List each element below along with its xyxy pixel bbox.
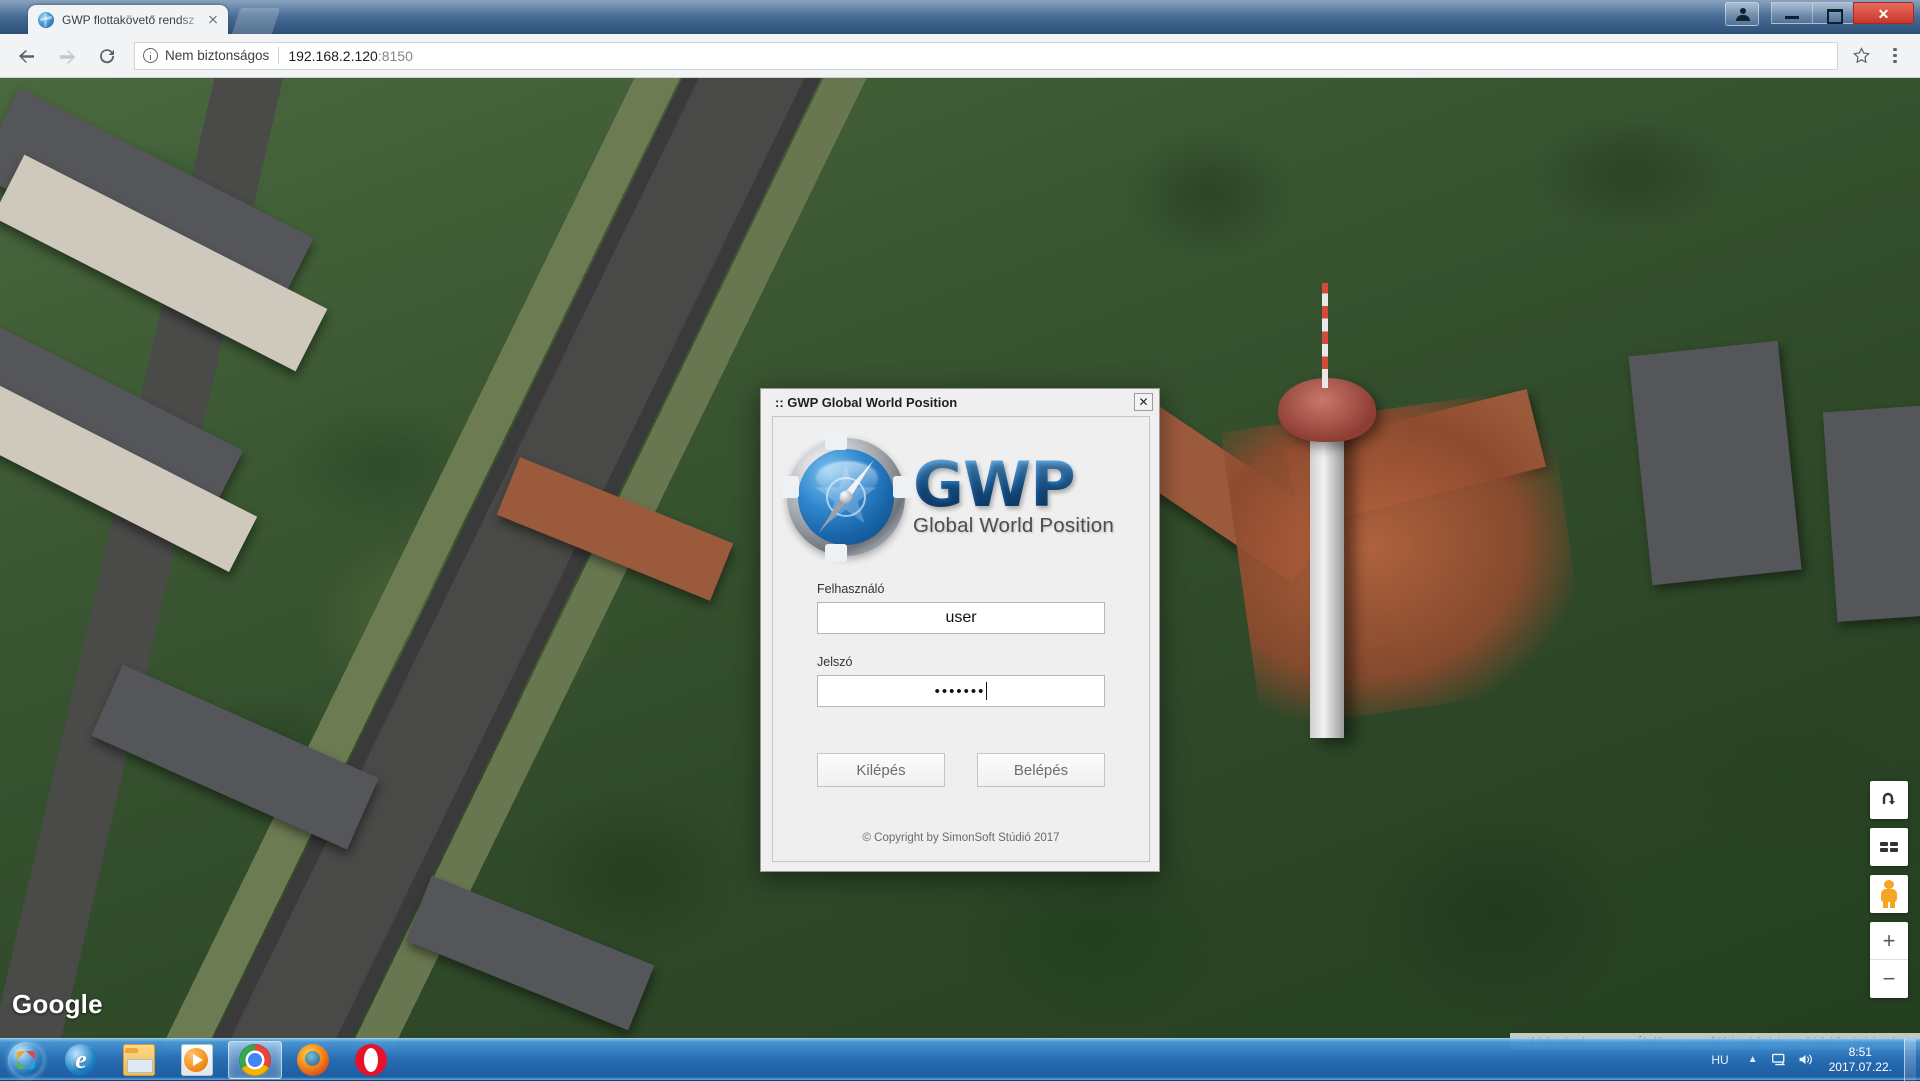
- clock[interactable]: 8:51 2017.07.22.: [1819, 1045, 1904, 1075]
- compass-notch: [893, 476, 911, 498]
- system-tray: HU ▲ 8:51 2017.07.22.: [1701, 1038, 1920, 1081]
- taskbar-item-windows-explorer[interactable]: [112, 1041, 166, 1079]
- browser-tab[interactable]: GWP flottakövető rendsz: [28, 5, 228, 34]
- compass-hub: [839, 490, 853, 504]
- profile-avatar-icon[interactable]: [1725, 2, 1759, 26]
- tv-tower-antenna: [1322, 283, 1328, 388]
- clock-date: 2017.07.22.: [1828, 1059, 1892, 1074]
- new-tab-button[interactable]: [231, 8, 281, 34]
- map-controls: + −: [1870, 781, 1908, 998]
- password-value: •••••••: [934, 682, 986, 700]
- brand-tagline: Global World Position: [913, 514, 1114, 538]
- compass-notch: [825, 432, 847, 450]
- chrome-menu-icon[interactable]: [1880, 39, 1910, 73]
- brand-logo: GWP Global World Position: [781, 432, 1137, 562]
- dialog-close-icon[interactable]: ✕: [1134, 393, 1153, 411]
- url-separator: [278, 47, 280, 64]
- brand-wordmark: GWP Global World Position: [913, 453, 1114, 538]
- google-logo: Google: [12, 989, 103, 1019]
- forward-button[interactable]: [50, 39, 84, 73]
- brand-name: GWP: [913, 453, 1114, 515]
- url-host: 192.168.2.120: [288, 47, 378, 64]
- bookmark-star-icon[interactable]: [1846, 41, 1876, 71]
- windows-logo-icon: [8, 1041, 44, 1078]
- titlebar-glass: [0, 0, 1920, 34]
- tower-building: [1220, 386, 1590, 730]
- menu-dot: [1893, 47, 1897, 51]
- start-button[interactable]: [2, 1041, 50, 1079]
- browser-window: GWP flottakövető rendsz ✕ Nem biztonságo…: [0, 0, 1920, 1081]
- building-roof: [1628, 340, 1802, 586]
- close-window-button[interactable]: ✕: [1853, 2, 1914, 24]
- zoom-controls: + −: [1870, 922, 1908, 998]
- internet-explorer-icon: [65, 1043, 97, 1076]
- minimize-button[interactable]: [1771, 2, 1812, 24]
- pegman-figure: [1879, 880, 1899, 908]
- window-controls: ✕: [1725, 2, 1914, 26]
- dialog-body: GWP Global World Position Felhasználó us…: [772, 416, 1150, 862]
- taskbar-item-windows-media-player[interactable]: [170, 1041, 224, 1079]
- username-input[interactable]: user: [817, 602, 1105, 634]
- reload-button[interactable]: [90, 39, 124, 73]
- network-icon[interactable]: [1767, 1047, 1793, 1073]
- copyright-text: © Copyright by SimonSoft Stúdió 2017: [862, 832, 1060, 844]
- pegman-leg: [1890, 901, 1895, 908]
- dialog-title: :: GWP Global World Position: [761, 389, 1159, 415]
- menu-dot: [1893, 53, 1897, 58]
- text-caret: [986, 682, 988, 700]
- password-label: Jelszó: [817, 655, 853, 669]
- volume-icon[interactable]: [1793, 1047, 1819, 1073]
- building-roof: [1822, 404, 1920, 622]
- firefox-icon: [297, 1043, 329, 1076]
- browser-toolbar: Nem biztonságos 192.168.2.120 :8150: [0, 34, 1920, 78]
- address-bar[interactable]: Nem biztonságos 192.168.2.120 :8150: [134, 41, 1838, 70]
- zoom-in-button[interactable]: +: [1870, 922, 1908, 960]
- compass-notch: [781, 476, 799, 498]
- language-indicator[interactable]: HU: [1701, 1053, 1738, 1067]
- tray-overflow-icon[interactable]: ▲: [1739, 1054, 1767, 1065]
- chrome-icon: [239, 1043, 271, 1076]
- show-desktop-button[interactable]: [1904, 1038, 1916, 1081]
- taskbar-item-opera[interactable]: [344, 1041, 398, 1079]
- zoom-out-button[interactable]: −: [1870, 960, 1908, 998]
- password-input[interactable]: •••••••: [817, 675, 1105, 707]
- map-tilt-icon[interactable]: [1870, 828, 1908, 866]
- info-icon[interactable]: [143, 48, 158, 63]
- folder-icon: [123, 1043, 155, 1076]
- opera-icon: [355, 1043, 387, 1076]
- close-icon: ✕: [1877, 6, 1890, 22]
- clock-time: 8:51: [1848, 1044, 1872, 1059]
- globe-icon: [38, 11, 54, 28]
- login-button[interactable]: Belépés: [977, 753, 1105, 787]
- windows-taskbar: HU ▲ 8:51 2017.07.22.: [0, 1038, 1920, 1081]
- username-value: user: [945, 609, 977, 626]
- compass-globe-icon: [781, 432, 911, 562]
- browser-titlebar: GWP flottakövető rendsz ✕: [0, 0, 1920, 34]
- menu-dot: [1893, 60, 1897, 64]
- maximize-button[interactable]: [1812, 2, 1853, 24]
- tab-title: GWP flottakövető rendsz: [62, 12, 195, 27]
- login-dialog: :: GWP Global World Position ✕ GWP Globa…: [760, 388, 1160, 872]
- street-view-pegman-icon[interactable]: [1870, 875, 1908, 913]
- taskbar-item-mozilla-firefox[interactable]: [286, 1041, 340, 1079]
- url-port: :8150: [377, 47, 413, 64]
- taskbar-item-google-chrome[interactable]: [228, 1040, 282, 1079]
- username-label: Felhasználó: [817, 582, 885, 596]
- compass-notch: [825, 544, 847, 562]
- tv-tower-shaft: [1310, 408, 1344, 738]
- map-rotate-icon[interactable]: [1870, 781, 1908, 819]
- taskbar-item-internet-explorer[interactable]: [54, 1041, 108, 1079]
- pegman-leg: [1883, 901, 1888, 908]
- media-player-icon: [181, 1043, 213, 1076]
- security-status-label: Nem biztonságos: [165, 48, 270, 63]
- pegman-head: [1884, 880, 1894, 889]
- exit-button[interactable]: Kilépés: [817, 753, 945, 787]
- back-button[interactable]: [10, 39, 44, 73]
- close-icon[interactable]: [204, 11, 222, 29]
- page-viewport: Google + − Térk: [0, 78, 1920, 1050]
